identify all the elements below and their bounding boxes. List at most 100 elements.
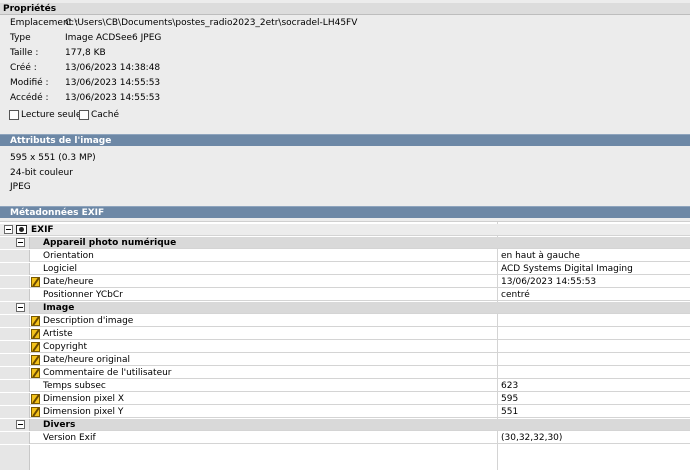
- accessed-label: Accédé :: [10, 93, 49, 103]
- table-row[interactable]: Version Exif (30,32,32,30): [0, 432, 690, 444]
- field-value: 623: [501, 381, 519, 391]
- row-gutter: [0, 263, 30, 275]
- group-label-image: Image: [43, 303, 75, 313]
- collapse-icon[interactable]: [16, 303, 25, 312]
- pencil-icon: [31, 394, 40, 404]
- field-value: (30,32,32,30): [501, 433, 563, 443]
- field-value: 595: [501, 394, 519, 404]
- field-name: Positionner YCbCr: [43, 290, 123, 300]
- readonly-checkbox-label: Lecture seule: [21, 110, 82, 120]
- row-gutter: [0, 432, 30, 444]
- group-row-camera[interactable]: Appareil photo numérique: [0, 237, 690, 249]
- row-gutter: [0, 276, 30, 288]
- hidden-checkbox-label: Caché: [91, 110, 119, 120]
- pencil-icon: [31, 368, 40, 378]
- collapse-icon[interactable]: [16, 420, 25, 429]
- pencil-icon: [31, 407, 40, 417]
- modified-label: Modifié :: [10, 78, 49, 88]
- type-row: Type Image ACDSee6 JPEG: [10, 32, 161, 45]
- field-name: Date/heure original: [43, 355, 131, 365]
- table-row[interactable]: Artiste: [0, 328, 690, 340]
- properties-header: Propriétés: [0, 3, 690, 15]
- created-value: 13/06/2023 14:38:48: [65, 63, 161, 73]
- image-attributes-header: Attributs de l'image: [0, 134, 690, 146]
- field-name: Dimension pixel Y: [43, 407, 124, 417]
- pencil-icon: [31, 342, 40, 352]
- field-value: 13/06/2023 14:55:53: [501, 277, 597, 287]
- field-value: ACD Systems Digital Imaging: [501, 264, 633, 274]
- table-row[interactable]: Dimension pixel X 595: [0, 393, 690, 405]
- table-row[interactable]: Dimension pixel Y 551: [0, 406, 690, 418]
- table-row[interactable]: Copyright: [0, 341, 690, 353]
- readonly-checkbox[interactable]: Lecture seule: [9, 109, 81, 121]
- location-label: Emplacement :: [10, 18, 79, 28]
- created-row: Créé : 13/06/2023 14:38:48: [10, 62, 160, 75]
- row-gutter: [0, 445, 30, 470]
- size-value: 177,8 KB: [65, 48, 106, 58]
- row-gutter: [0, 367, 30, 379]
- table-row[interactable]: Date/heure 13/06/2023 14:55:53: [0, 276, 690, 288]
- pencil-icon: [31, 277, 40, 287]
- row-gutter: [0, 354, 30, 366]
- image-dimensions-text: 595 x 551 (0.3 MP): [10, 153, 96, 163]
- group-label-misc: Divers: [43, 420, 76, 430]
- field-name: Copyright: [43, 342, 87, 352]
- field-value: en haut à gauche: [501, 251, 580, 261]
- modified-value: 13/06/2023 14:55:53: [65, 78, 161, 88]
- hidden-checkbox-box[interactable]: [79, 110, 89, 120]
- field-name: Logiciel: [43, 264, 78, 274]
- pencil-icon: [31, 329, 40, 339]
- group-label-camera: Appareil photo numérique: [43, 238, 177, 248]
- size-label: Taille :: [10, 48, 39, 58]
- type-label: Type: [10, 33, 31, 43]
- table-row[interactable]: Temps subsec 623: [0, 380, 690, 392]
- accessed-row: Accédé : 13/06/2023 14:55:53: [10, 92, 160, 105]
- field-value: centré: [501, 290, 530, 300]
- table-row[interactable]: Date/heure original: [0, 354, 690, 366]
- field-name: Date/heure: [43, 277, 94, 287]
- field-name: Orientation: [43, 251, 94, 261]
- field-name: Temps subsec: [43, 381, 106, 391]
- table-row[interactable]: Description d'image: [0, 315, 690, 327]
- collapse-icon[interactable]: [4, 225, 13, 234]
- created-label: Créé :: [10, 63, 37, 73]
- field-value: 551: [501, 407, 519, 417]
- row-gutter: [0, 328, 30, 340]
- row-gutter: [0, 380, 30, 392]
- modified-row: Modifié : 13/06/2023 14:55:53: [10, 77, 160, 90]
- row-gutter: [0, 406, 30, 418]
- row-gutter: [0, 393, 30, 405]
- row-gutter: [0, 237, 30, 249]
- camera-icon: [16, 225, 27, 234]
- group-row-misc[interactable]: Divers: [0, 419, 690, 431]
- table-row[interactable]: Logiciel ACD Systems Digital Imaging: [0, 263, 690, 275]
- field-name: Dimension pixel X: [43, 394, 125, 404]
- collapse-icon[interactable]: [16, 238, 25, 247]
- group-row-image[interactable]: Image: [0, 302, 690, 314]
- type-value: Image ACDSee6 JPEG: [65, 33, 162, 43]
- image-color-depth-text: 24-bit couleur: [10, 168, 73, 178]
- pencil-icon: [31, 316, 40, 326]
- pencil-icon: [31, 355, 40, 365]
- table-row[interactable]: Positionner YCbCr centré: [0, 289, 690, 301]
- row-gutter: [0, 250, 30, 262]
- accessed-value: 13/06/2023 14:55:53: [65, 93, 161, 103]
- exif-tree[interactable]: EXIF Appareil photo numérique Orientatio…: [0, 221, 690, 470]
- row-gutter: [0, 302, 30, 314]
- size-row: Taille : 177,8 KB: [10, 47, 106, 60]
- table-row[interactable]: Commentaire de l'utilisateur: [0, 367, 690, 379]
- row-gutter: [0, 341, 30, 353]
- field-name: Artiste: [43, 329, 73, 339]
- exif-root-label: EXIF: [31, 225, 54, 235]
- table-row[interactable]: Orientation en haut à gauche: [0, 250, 690, 262]
- exif-root-row[interactable]: EXIF: [0, 224, 690, 236]
- row-gutter: [0, 289, 30, 301]
- row-gutter: [0, 315, 30, 327]
- row-gutter: [0, 419, 30, 431]
- hidden-checkbox[interactable]: Caché: [79, 109, 119, 121]
- readonly-checkbox-box[interactable]: [9, 110, 19, 120]
- location-row: Emplacement : C:\Users\CB\Documents\post…: [10, 17, 357, 30]
- field-name: Description d'image: [43, 316, 134, 326]
- field-name: Commentaire de l'utilisateur: [43, 368, 172, 378]
- field-name: Version Exif: [43, 433, 96, 443]
